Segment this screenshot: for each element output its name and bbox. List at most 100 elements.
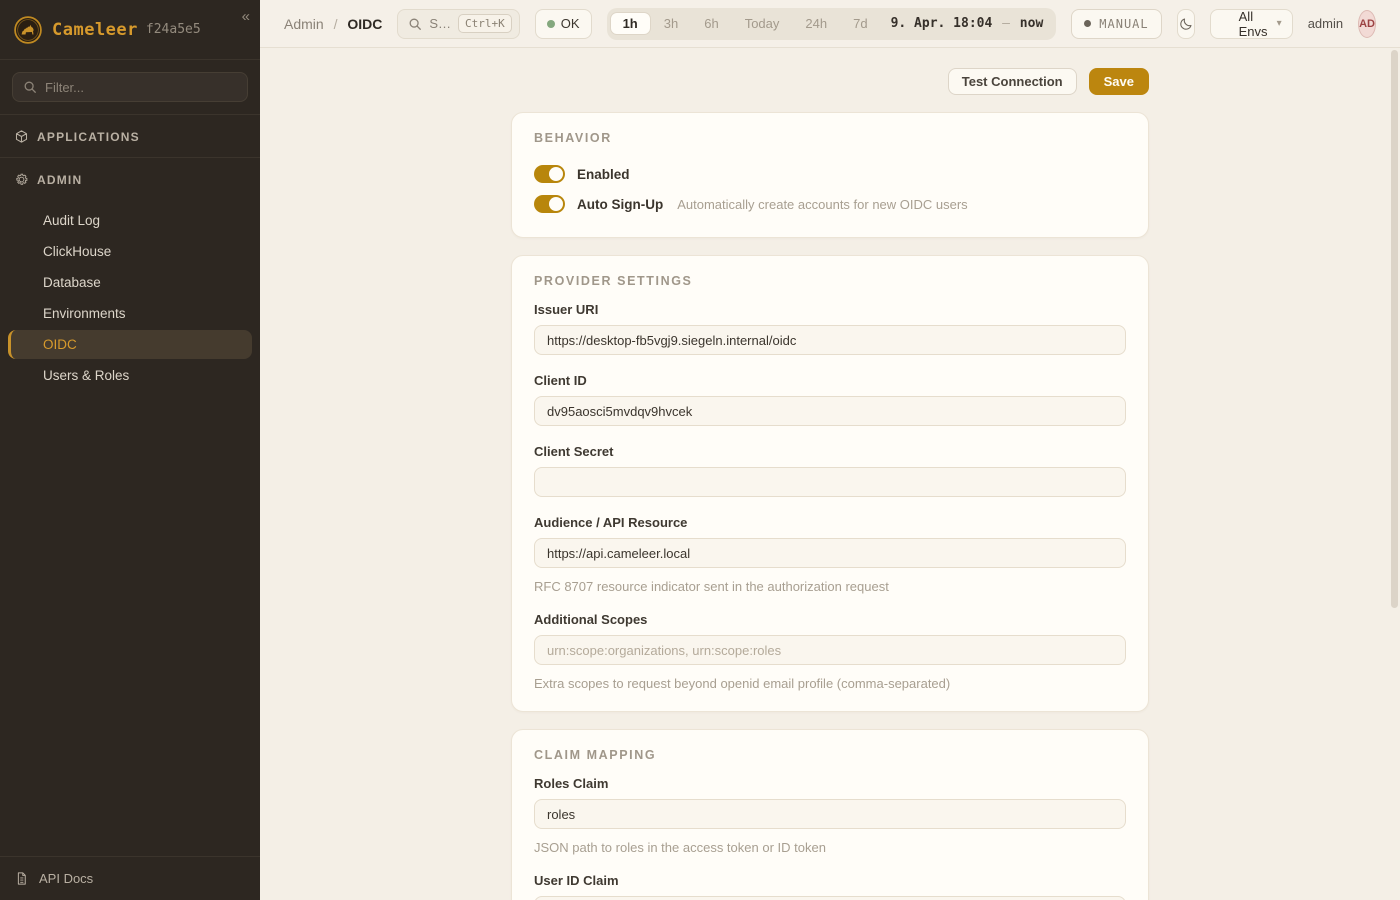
field-audience: Audience / API Resource RFC 8707 resourc… [534, 515, 1126, 594]
card-title: CLAIM MAPPING [534, 748, 1126, 762]
auto-signup-toggle[interactable] [534, 195, 565, 213]
auto-signup-hint: Automatically create accounts for new OI… [677, 197, 967, 212]
refresh-mode-dot [1084, 20, 1091, 27]
sidebar-header: Cameleer f24a5e5 « [0, 0, 260, 60]
additional-scopes-label: Additional Scopes [534, 612, 1126, 627]
time-range-7d[interactable]: 7d [840, 12, 880, 35]
sidebar-item-database[interactable]: Database [8, 268, 252, 297]
page-actions: Test Connection Save [511, 68, 1149, 95]
toggle-knob [549, 167, 563, 181]
avatar[interactable]: AD [1358, 10, 1376, 38]
field-additional-scopes: Additional Scopes Extra scopes to reques… [534, 612, 1126, 691]
document-icon [14, 871, 29, 886]
gear-icon [14, 172, 29, 187]
content: Test Connection Save BEHAVIOR Enabled Au… [260, 48, 1400, 900]
sidebar-filter-wrap [0, 60, 260, 115]
sidebar-section-applications[interactable]: APPLICATIONS [0, 115, 260, 158]
time-range-1h[interactable]: 1h [610, 12, 651, 35]
section-label: APPLICATIONS [37, 130, 140, 144]
additional-scopes-input[interactable] [534, 635, 1126, 665]
field-client-id: Client ID [534, 373, 1126, 426]
card-title: PROVIDER SETTINGS [534, 274, 1126, 288]
roles-claim-hint: JSON path to roles in the access token o… [534, 840, 1126, 855]
status-label: OK [561, 16, 580, 31]
breadcrumb-current: OIDC [347, 16, 382, 32]
field-user-id-claim: User ID Claim Claim used as unique ident… [534, 873, 1126, 900]
time-range-6h[interactable]: 6h [691, 12, 731, 35]
auto-signup-label: Auto Sign-Up [577, 197, 663, 212]
issuer-uri-label: Issuer URI [534, 302, 1126, 317]
build-id: f24a5e5 [146, 22, 201, 37]
sidebar-item-users-roles[interactable]: Users & Roles [8, 361, 252, 390]
issuer-uri-input[interactable] [534, 325, 1126, 355]
theme-toggle-button[interactable] [1177, 9, 1195, 39]
moon-icon [1178, 16, 1194, 32]
main-area: Admin / OIDC S… Ctrl+K OK 1h 3h 6h Today [260, 0, 1400, 900]
status-ok-dot [547, 20, 555, 28]
field-roles-claim: Roles Claim JSON path to roles in the ac… [534, 776, 1126, 855]
search-label: S… [429, 16, 451, 31]
user-id-claim-input[interactable] [534, 896, 1126, 900]
sidebar-item-clickhouse[interactable]: ClickHouse [8, 237, 252, 266]
chevron-down-icon: ▾ [1277, 18, 1282, 29]
user-id-claim-label: User ID Claim [534, 873, 1126, 888]
behavior-card: BEHAVIOR Enabled Auto Sign-Up Automatica… [511, 112, 1149, 238]
section-label: ADMIN [37, 173, 82, 187]
enabled-toggle-row: Enabled [534, 159, 1126, 189]
time-range-today[interactable]: Today [732, 12, 793, 35]
breadcrumb: Admin / OIDC [284, 16, 382, 32]
client-secret-label: Client Secret [534, 444, 1126, 459]
refresh-mode-label: MANUAL [1099, 17, 1148, 31]
app-name: Cameleer [52, 20, 138, 40]
time-to: now [1020, 16, 1043, 31]
client-id-input[interactable] [534, 396, 1126, 426]
toggle-knob [549, 197, 563, 211]
scrollbar-thumb[interactable] [1391, 50, 1398, 608]
filter-input[interactable] [45, 80, 237, 95]
roles-claim-input[interactable] [534, 799, 1126, 829]
time-range-display[interactable]: 9. Apr. 18:04 – now [881, 16, 1054, 31]
time-range-selector: 1h 3h 6h Today 24h 7d 9. Apr. 18:04 – no… [607, 8, 1057, 40]
sidebar-item-environments[interactable]: Environments [8, 299, 252, 328]
field-client-secret: Client Secret [534, 444, 1126, 497]
sidebar-footer-api-docs[interactable]: API Docs [0, 856, 260, 900]
search-shortcut-badge: Ctrl+K [458, 14, 512, 33]
roles-claim-label: Roles Claim [534, 776, 1126, 791]
breadcrumb-parent[interactable]: Admin [284, 16, 324, 32]
environment-value: All Envs [1239, 9, 1277, 39]
global-search-button[interactable]: S… Ctrl+K [397, 9, 519, 39]
search-icon [23, 80, 37, 94]
sidebar-collapse-icon[interactable]: « [242, 8, 250, 25]
sidebar-filter[interactable] [12, 72, 248, 102]
audience-label: Audience / API Resource [534, 515, 1126, 530]
breadcrumb-separator: / [334, 16, 338, 32]
enabled-label: Enabled [577, 167, 630, 182]
sidebar-item-oidc[interactable]: OIDC [8, 330, 252, 359]
claim-mapping-card: CLAIM MAPPING Roles Claim JSON path to r… [511, 729, 1149, 900]
environment-select[interactable]: All Envs ▾ [1210, 9, 1293, 39]
client-id-label: Client ID [534, 373, 1126, 388]
time-separator: – [1000, 16, 1012, 31]
time-from: 9. Apr. 18:04 [891, 16, 993, 31]
sidebar-item-audit-log[interactable]: Audit Log [8, 206, 252, 235]
additional-scopes-hint: Extra scopes to request beyond openid em… [534, 676, 1126, 691]
user-name: admin [1308, 16, 1343, 31]
audience-input[interactable] [534, 538, 1126, 568]
admin-nav: Audit Log ClickHouse Database Environmen… [0, 200, 260, 400]
time-range-3h[interactable]: 3h [651, 12, 691, 35]
topbar: Admin / OIDC S… Ctrl+K OK 1h 3h 6h Today [260, 0, 1400, 48]
cameleer-logo-icon [14, 16, 42, 44]
auto-signup-toggle-row: Auto Sign-Up Automatically create accoun… [534, 189, 1126, 219]
client-secret-input[interactable] [534, 467, 1126, 497]
test-connection-button[interactable]: Test Connection [948, 68, 1077, 95]
enabled-toggle[interactable] [534, 165, 565, 183]
refresh-mode-button[interactable]: MANUAL [1071, 9, 1161, 39]
audience-hint: RFC 8707 resource indicator sent in the … [534, 579, 1126, 594]
save-button[interactable]: Save [1089, 68, 1149, 95]
search-icon [408, 17, 422, 31]
sidebar-section-admin[interactable]: ADMIN [0, 158, 260, 200]
time-range-24h[interactable]: 24h [792, 12, 840, 35]
provider-settings-card: PROVIDER SETTINGS Issuer URI Client ID C… [511, 255, 1149, 712]
health-status-button[interactable]: OK [535, 9, 592, 39]
cube-icon [14, 129, 29, 144]
